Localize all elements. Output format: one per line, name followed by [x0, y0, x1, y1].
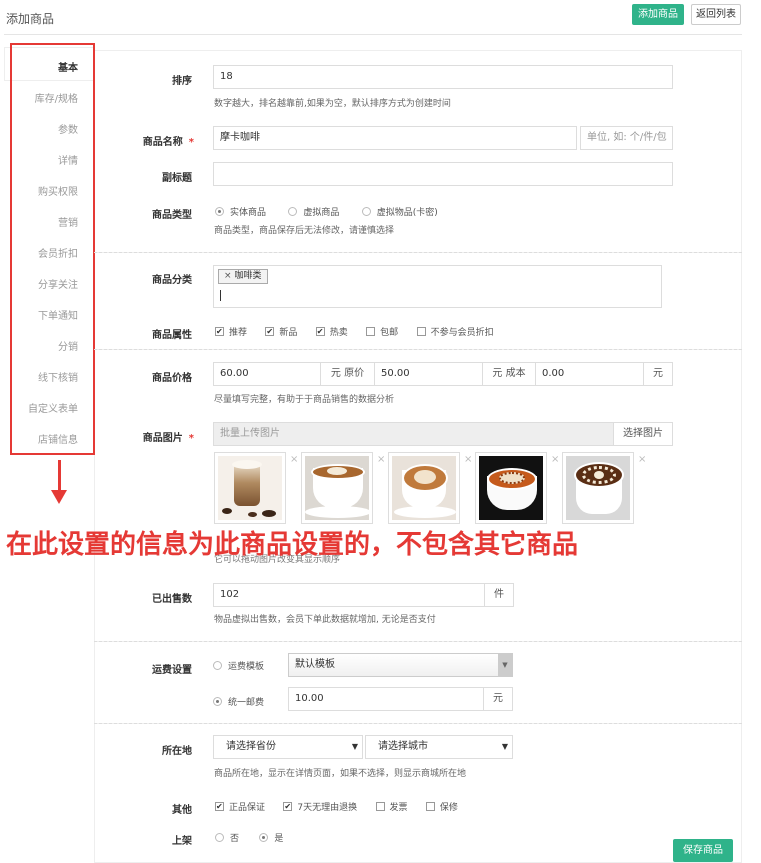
category-tag: × 咖啡类 — [218, 269, 268, 284]
onsale-yes-radio[interactable] — [259, 833, 269, 842]
caret-down-icon: ▼ — [351, 742, 358, 751]
sort-label: 排序 — [172, 76, 192, 87]
product-image-4[interactable] — [475, 452, 547, 524]
location-label: 所在地 — [162, 746, 192, 757]
price-unit: 元 原价 — [320, 362, 375, 386]
sold-unit: 件 — [484, 583, 514, 607]
tag-remove-icon[interactable]: × — [224, 271, 232, 281]
price-hint: 尽量填写完整，有助于于商品销售的数据分析 — [214, 395, 395, 405]
type-radio-physical[interactable] — [215, 207, 224, 216]
annotation-arrow-head-icon — [51, 490, 67, 504]
add-product-button[interactable]: 添加商品 — [632, 4, 684, 25]
type-hint: 商品类型，商品保存后无法修改，请谨慎选择 — [214, 226, 395, 236]
attr-no-member-discount-checkbox[interactable] — [416, 327, 426, 336]
attr-recommend-checkbox[interactable] — [215, 327, 224, 336]
original-price-unit: 元 成本 — [482, 362, 536, 386]
product-image-3[interactable] — [388, 452, 460, 524]
attributes-group: 推荐 新品 热卖 包邮 不参与会员折扣 — [215, 325, 494, 338]
section-divider — [94, 252, 742, 253]
remove-image-3-icon[interactable]: × — [464, 454, 472, 465]
unit-input[interactable]: 单位, 如: 个/件/包 — [580, 126, 673, 150]
price-label: 商品价格 — [152, 373, 192, 384]
product-image-2[interactable] — [301, 452, 373, 524]
page-title: 添加商品 — [6, 12, 55, 26]
original-price-input[interactable]: 50.00 — [374, 362, 483, 386]
header-divider — [4, 34, 742, 35]
remove-image-4-icon[interactable]: × — [551, 454, 559, 465]
images-label: 商品图片 * — [142, 433, 194, 444]
remove-image-2-icon[interactable]: × — [377, 454, 385, 465]
section-divider — [94, 349, 742, 350]
sold-count-input[interactable]: 102 — [213, 583, 485, 607]
invoice-checkbox[interactable] — [375, 802, 385, 811]
image-upload-input[interactable]: 批量上传图片 — [213, 422, 614, 446]
back-to-list-button[interactable]: 返回列表 — [691, 4, 741, 25]
sort-input[interactable]: 18 — [213, 65, 673, 89]
attr-hot-checkbox[interactable] — [315, 327, 325, 336]
save-product-button[interactable]: 保存商品 — [673, 839, 733, 862]
section-divider — [94, 723, 742, 724]
category-select[interactable]: × 咖啡类 — [213, 265, 662, 308]
chevron-down-icon: ▼ — [498, 654, 512, 676]
sold-label: 已出售数 — [152, 594, 192, 605]
cost-unit: 元 — [643, 362, 673, 386]
type-label: 商品类型 — [152, 210, 192, 221]
sort-hint: 数字越大，排名越靠前,如果为空，默认排序方式为创建时间 — [214, 99, 451, 109]
annotation-highlight-box — [10, 43, 95, 455]
province-select[interactable]: 请选择省份 ▼ — [213, 735, 363, 759]
attr-new-checkbox[interactable] — [265, 327, 275, 336]
name-label: 商品名称 * — [142, 137, 194, 148]
type-radio-card[interactable] — [361, 207, 371, 216]
onsale-radio-group: 否 是 — [215, 831, 283, 844]
type-radio-group: 实体商品 虚拟商品 虚拟物品(卡密) — [215, 205, 438, 218]
category-label: 商品分类 — [152, 275, 192, 286]
shipping-flat-radio[interactable] — [213, 697, 222, 706]
product-name-input[interactable]: 摩卡咖啡 — [213, 126, 577, 150]
text-cursor — [220, 290, 221, 301]
cost-input[interactable]: 0.00 — [535, 362, 644, 386]
attr-free-shipping-checkbox[interactable] — [366, 327, 376, 336]
onsale-label: 上架 — [172, 836, 192, 847]
annotation-arrow-shaft — [58, 460, 61, 494]
remove-image-1-icon[interactable]: × — [290, 454, 298, 465]
location-hint: 商品所在地，显示在详情页面，如果不选择，则显示商城所在地 — [214, 769, 467, 779]
other-options-group: 正品保证 7天无理由退换 发票 保修 — [215, 800, 458, 813]
product-image-5[interactable] — [562, 452, 634, 524]
price-input[interactable]: 60.00 — [213, 362, 321, 386]
subtitle-label: 副标题 — [162, 173, 192, 184]
flat-shipping-input[interactable]: 10.00 — [288, 687, 484, 711]
remove-image-5-icon[interactable]: × — [638, 454, 646, 465]
city-select[interactable]: 请选择城市 ▼ — [365, 735, 513, 759]
select-image-button[interactable]: 选择图片 — [613, 422, 673, 446]
type-radio-virtual[interactable] — [288, 207, 298, 216]
other-label: 其他 — [172, 805, 192, 816]
section-divider — [94, 641, 742, 642]
genuine-guarantee-checkbox[interactable] — [215, 802, 224, 811]
attributes-label: 商品属性 — [152, 330, 192, 341]
seven-day-return-checkbox[interactable] — [283, 802, 293, 811]
onsale-no-radio[interactable] — [215, 833, 224, 842]
sold-hint: 物品虚拟出售数，会员下单此数据就增加, 无论是否支付 — [214, 615, 436, 625]
flat-shipping-unit: 元 — [483, 687, 513, 711]
shipping-label: 运费设置 — [152, 665, 192, 676]
shipping-flat-option[interactable]: 统一邮费 — [213, 695, 264, 708]
subtitle-input[interactable] — [213, 162, 673, 186]
shipping-template-option[interactable]: 运费模板 — [213, 659, 264, 672]
caret-down-icon: ▼ — [501, 742, 508, 751]
annotation-banner: 在此设置的信息为此商品设置的，不包含其它商品 — [6, 530, 579, 560]
product-image-1[interactable] — [214, 452, 286, 524]
shipping-template-radio[interactable] — [213, 661, 222, 670]
shipping-template-select[interactable]: 默认模板 ▼ — [288, 653, 513, 677]
warranty-checkbox[interactable] — [425, 802, 435, 811]
